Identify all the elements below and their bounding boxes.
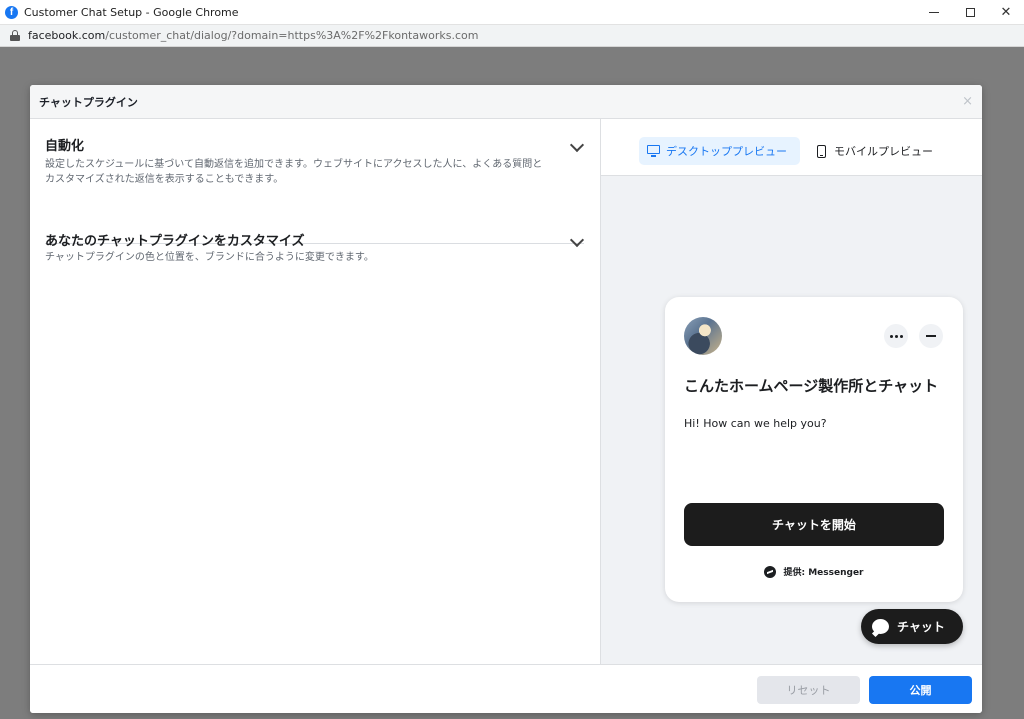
window-controls: ✕ [916, 0, 1024, 25]
start-chat-button[interactable]: チャットを開始 [684, 503, 944, 546]
avatar [684, 317, 722, 355]
more-options-button[interactable] [884, 324, 908, 348]
chat-plugin-dialog: チャットプラグイン × 自動化 設定したスケジュールに基づいて自動返信を追加でき… [30, 85, 982, 713]
minimize-icon [929, 12, 939, 13]
chat-launcher-button[interactable]: チャット [861, 609, 963, 644]
chat-bubble-icon [872, 619, 889, 634]
section-automation[interactable]: 自動化 設定したスケジュールに基づいて自動返信を追加できます。ウェブサイトにアク… [45, 135, 585, 187]
section-customize[interactable]: あなたのチャットプラグインをカスタマイズ チャットプラグインの色と位置を、ブラン… [45, 230, 585, 265]
minimize-chat-button[interactable] [919, 324, 943, 348]
messenger-icon [764, 565, 777, 578]
section-title: 自動化 [45, 139, 85, 154]
url-text[interactable]: facebook.com/customer_chat/dialog/?domai… [28, 29, 478, 42]
powered-by: 提供: Messenger [665, 565, 963, 578]
maximize-button[interactable] [952, 0, 988, 25]
dialog-close-icon[interactable]: × [962, 95, 973, 108]
dialog-title: チャットプラグイン [39, 95, 138, 109]
minus-icon [926, 335, 936, 337]
page-name: こんたホームページ製作所とチャット [684, 377, 939, 395]
reset-button[interactable]: リセット [757, 676, 860, 704]
facebook-icon: f [5, 5, 18, 19]
chat-launcher-label: チャット [897, 620, 945, 634]
tab-label: デスクトッププレビュー [666, 145, 787, 158]
greeting-message: Hi! How can we help you? [684, 417, 827, 430]
close-icon: ✕ [1000, 5, 1012, 20]
tab-mobile-preview[interactable]: モバイルプレビュー [809, 137, 943, 165]
lock-icon [10, 30, 20, 41]
monitor-icon [647, 145, 660, 157]
url-host: facebook.com [28, 29, 106, 42]
tab-desktop-preview[interactable]: デスクトッププレビュー [639, 137, 800, 165]
dialog-footer: リセット 公開 [30, 664, 982, 713]
close-window-button[interactable]: ✕ [988, 0, 1024, 25]
address-bar[interactable]: facebook.com/customer_chat/dialog/?domai… [0, 25, 1024, 47]
preview-pane: デスクトッププレビュー モバイルプレビュー こんたホームページ製作所とチャット … [600, 119, 982, 664]
settings-pane: 自動化 設定したスケジュールに基づいて自動返信を追加できます。ウェブサイトにアク… [30, 119, 600, 664]
url-path: /customer_chat/dialog/?domain=https%3A%2… [105, 29, 479, 42]
chat-preview-card: こんたホームページ製作所とチャット Hi! How can we help yo… [665, 297, 963, 602]
publish-button[interactable]: 公開 [869, 676, 972, 704]
more-icon [889, 334, 903, 338]
dialog-header: チャットプラグイン × [30, 85, 982, 119]
minimize-button[interactable] [916, 0, 952, 25]
phone-icon [817, 144, 826, 158]
window-title: Customer Chat Setup - Google Chrome [24, 5, 239, 19]
tab-label: モバイルプレビュー [834, 145, 933, 158]
window-titlebar: f Customer Chat Setup - Google Chrome ✕ [0, 0, 1024, 25]
preview-tabs: デスクトッププレビュー モバイルプレビュー [601, 119, 982, 176]
powered-by-label: 提供: Messenger [783, 568, 864, 578]
section-description: 設定したスケジュールに基づいて自動返信を追加できます。ウェブサイトにアクセスした… [45, 159, 543, 185]
section-description: チャットプラグインの色と位置を、ブランドに合うように変更できます。 [45, 252, 374, 263]
section-title: あなたのチャットプラグインをカスタマイズ [45, 234, 305, 249]
maximize-icon [965, 8, 975, 17]
